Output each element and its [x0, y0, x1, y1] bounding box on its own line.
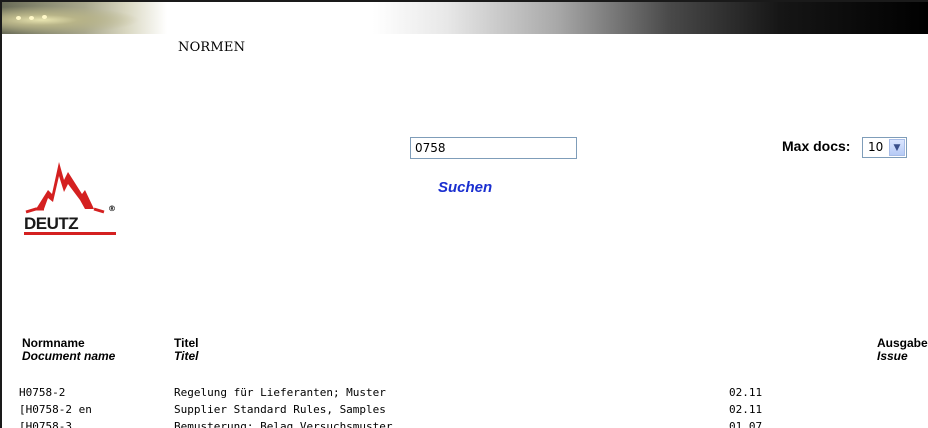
table-row[interactable]: [H0758-3 Bemusterung; Belag Versuchsmust… — [2, 420, 928, 428]
cell-name[interactable]: H0758-2 — [19, 386, 65, 399]
banner-photo — [2, 2, 167, 34]
chevron-down-icon[interactable]: ▼ — [889, 139, 905, 156]
search-button[interactable]: Suchen — [438, 179, 492, 196]
cell-title: Bemusterung; Belag Versuchsmuster — [174, 420, 393, 428]
cell-issue: 02.11 — [729, 386, 763, 399]
browser-frame: NORMEN ® DEUTZ Suchen Max docs: 10 ▼ Nor… — [0, 0, 928, 428]
cell-name[interactable]: [H0758-2 en — [19, 403, 92, 416]
top-banner — [2, 2, 928, 34]
column-header-de: Titel — [174, 336, 199, 350]
cell-issue: 01.07 — [729, 420, 763, 428]
deutz-logo: ® DEUTZ — [22, 154, 122, 236]
column-header-en: Document name — [22, 349, 116, 363]
search-input[interactable] — [410, 137, 577, 159]
maxdocs-select[interactable]: 10 ▼ — [862, 137, 907, 158]
column-header-titel: Titel Titel — [174, 337, 198, 363]
table-row[interactable]: H0758-2 Regelung für Lieferanten; Muster… — [2, 386, 928, 402]
column-header-en: Titel — [174, 349, 199, 363]
maxdocs-value: 10 — [868, 140, 884, 154]
maxdocs-label: Max docs: — [782, 138, 851, 154]
column-header-en: Issue — [877, 349, 908, 363]
column-header-normname: Normname Document name — [22, 337, 115, 363]
logo-text: DEUTZ — [24, 214, 79, 233]
deutz-mountain-icon — [25, 162, 105, 214]
cell-title: Regelung für Lieferanten; Muster — [174, 386, 386, 399]
cell-name[interactable]: [H0758-3 — [19, 420, 72, 428]
column-header-de: Normname — [22, 336, 85, 350]
column-header-ausgabe: Ausgabe Issue — [877, 337, 928, 363]
logo-registered-mark: ® — [108, 204, 116, 213]
column-header-de: Ausgabe — [877, 336, 928, 350]
table-row[interactable]: [H0758-2 en Supplier Standard Rules, Sam… — [2, 403, 928, 419]
cell-issue: 02.11 — [729, 403, 763, 416]
cell-title: Supplier Standard Rules, Samples — [174, 403, 386, 416]
logo-underline — [24, 232, 116, 235]
page-title: NORMEN — [178, 40, 246, 55]
